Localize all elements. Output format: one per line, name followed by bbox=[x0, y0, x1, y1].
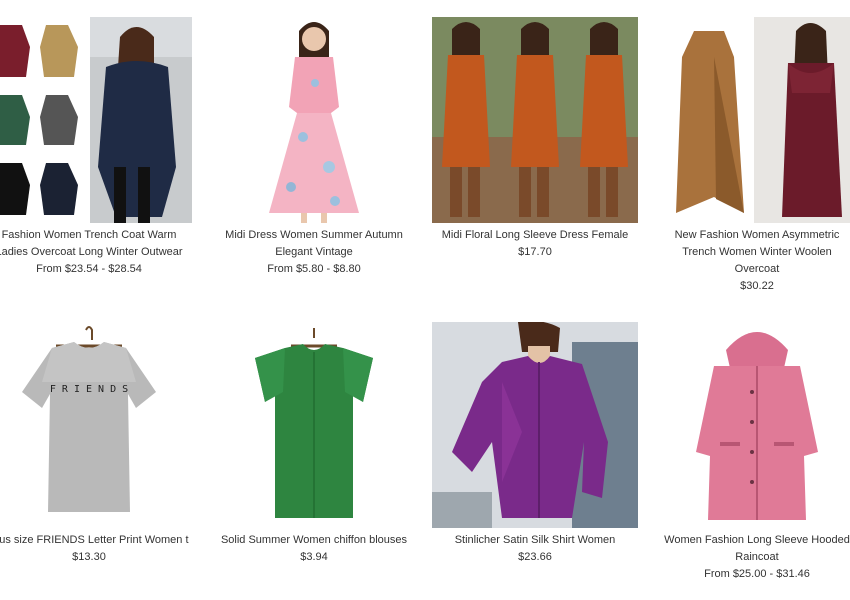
product-price: From $25.00 - $31.46 bbox=[704, 568, 810, 580]
product-title-line: Midi Floral Long Sleeve Dress Female bbox=[441, 229, 629, 241]
product-title-line: Midi Dress Women Summer Autumn bbox=[225, 229, 403, 241]
product-price: From $23.54 - $28.54 bbox=[36, 263, 142, 275]
product-title-line: Women Fashion Long Sleeve Hooded bbox=[664, 534, 850, 546]
product-title-line: Solid Summer Women chiffon blouses bbox=[220, 534, 408, 546]
product-title-line: Overcoat bbox=[734, 263, 780, 275]
product-price: $23.66 bbox=[518, 551, 552, 563]
product-title[interactable]: Fashion Women Trench Coat Warm Ladies Ov… bbox=[0, 227, 198, 261]
product-title-line: Fashion Women Trench Coat Warm bbox=[1, 229, 177, 241]
product-title-line: Trench Women Winter Woolen bbox=[682, 246, 832, 258]
product-price: $13.30 bbox=[72, 551, 106, 563]
product-title-line: New Fashion Women Asymmetric bbox=[674, 229, 840, 241]
product-title[interactable]: Midi Floral Long Sleeve Dress Female bbox=[426, 227, 644, 244]
product-image-coat-collage[interactable] bbox=[0, 17, 192, 223]
product-image-green-chiffon-blouse[interactable] bbox=[211, 322, 417, 528]
product-title[interactable]: Women Fashion Long Sleeve Hooded Raincoa… bbox=[648, 532, 850, 566]
product-price: $3.94 bbox=[300, 551, 328, 563]
product-image-purple-satin-shirt[interactable] bbox=[432, 322, 638, 528]
product-title-line: Plus size FRIENDS Letter Print Women t bbox=[0, 534, 189, 546]
product-title[interactable]: New Fashion Women Asymmetric Trench Wome… bbox=[648, 227, 850, 278]
product-title[interactable]: Plus size FRIENDS Letter Print Women t bbox=[0, 532, 198, 549]
product-title-line: Stinlicher Satin Silk Shirt Women bbox=[454, 534, 616, 546]
product-title[interactable]: Midi Dress Women Summer Autumn Elegant V… bbox=[205, 227, 423, 261]
product-title-line: Ladies Overcoat Long Winter Outwear bbox=[0, 246, 183, 258]
product-title[interactable]: Stinlicher Satin Silk Shirt Women bbox=[426, 532, 644, 549]
product-image-orange-floral-dress[interactable] bbox=[432, 17, 638, 223]
product-image-pink-floral-dress[interactable] bbox=[211, 17, 417, 223]
product-title[interactable]: Solid Summer Women chiffon blouses bbox=[205, 532, 423, 549]
product-price: $17.70 bbox=[518, 246, 552, 258]
product-image-brown-wrap-coat[interactable] bbox=[654, 17, 850, 223]
product-image-grey-friends-tshirt[interactable]: F R I E N D S bbox=[0, 322, 192, 528]
product-title-line: Raincoat bbox=[735, 551, 779, 563]
product-price: $30.22 bbox=[740, 280, 774, 292]
friends-print-text: F R I E N D S bbox=[50, 384, 128, 395]
product-title-line: Elegant Vintage bbox=[275, 246, 353, 258]
product-image-pink-raincoat[interactable] bbox=[654, 322, 850, 528]
product-price: From $5.80 - $8.80 bbox=[267, 263, 361, 275]
